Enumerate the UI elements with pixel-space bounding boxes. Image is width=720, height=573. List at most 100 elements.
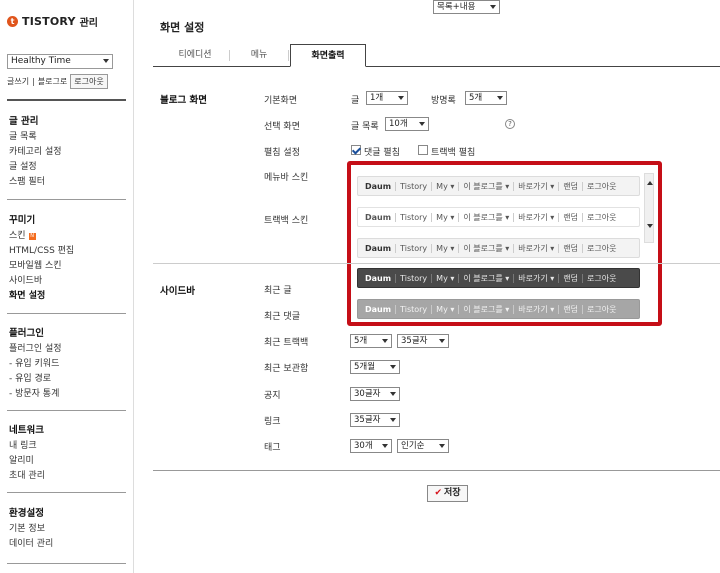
tag-count-select[interactable]: 30개 bbox=[350, 439, 392, 453]
skin-item-separator bbox=[431, 273, 433, 283]
skin-item-separator bbox=[395, 243, 397, 253]
comment-fold-label: 댓글 펼침 bbox=[364, 148, 400, 158]
menubar-skin-label: 메뉴바 스킨 bbox=[264, 173, 309, 183]
skin-item-separator bbox=[582, 181, 584, 191]
notice-length-select[interactable]: 30글자 bbox=[350, 387, 400, 401]
sidebar-item-html-css[interactable]: HTML/CSS 편집 bbox=[9, 244, 74, 259]
skin-scrollbar[interactable] bbox=[644, 173, 654, 243]
tab-screen-output[interactable]: 화면출력 bbox=[290, 44, 366, 67]
skin-menu-item: Tistory bbox=[400, 304, 428, 314]
sidebar-divider bbox=[7, 199, 126, 200]
recent-archive-select[interactable]: 5개월 bbox=[350, 360, 400, 374]
sidebar-item-invites[interactable]: 초대 관리 bbox=[9, 469, 45, 484]
sidebar: t TISTORY 관리 Healthy Time 글쓰기 | 블로그로 로그아… bbox=[0, 0, 134, 573]
skin-option-gray[interactable]: Daum Tistory My ▾ 이 블로그를 ▾ 바로가기 ▾ 랜덤 로그아웃 bbox=[357, 299, 640, 319]
chevron-down-icon bbox=[398, 96, 404, 100]
blog-select[interactable]: Healthy Time bbox=[7, 54, 113, 69]
skin-option-light-pattern[interactable]: Daum Tistory My ▾ 이 블로그를 ▾ 바로가기 ▾ 랜덤 로그아웃 bbox=[357, 238, 640, 258]
link-length-select[interactable]: 35글자 bbox=[350, 413, 400, 427]
skin-item-separator bbox=[582, 273, 584, 283]
help-icon[interactable]: ? bbox=[505, 119, 515, 129]
sidebar-item-data-management[interactable]: 데이터 관리 bbox=[9, 537, 53, 552]
sidebar-item-screen-settings[interactable]: 화면 설정 bbox=[9, 289, 74, 304]
post-list-count-select[interactable]: 10개 bbox=[385, 117, 429, 131]
select-value: 10개 bbox=[389, 119, 408, 129]
chevron-down-icon bbox=[103, 59, 109, 63]
skin-menu-item: Daum bbox=[365, 181, 392, 191]
menu-group-settings: 환경설정 기본 정보 데이터 관리 bbox=[9, 505, 53, 552]
sidebar-item-notifier[interactable]: 알리미 bbox=[9, 454, 45, 469]
tab-menu[interactable]: 메뉴 bbox=[230, 44, 288, 67]
chevron-down-icon bbox=[382, 444, 388, 448]
skin-item-separator bbox=[513, 304, 515, 314]
trackback-fold-label: 트랙백 펼침 bbox=[431, 148, 476, 158]
sidebar-item-skin[interactable]: 스킨 N bbox=[9, 229, 74, 244]
blog-link[interactable]: 블로그로 bbox=[38, 76, 67, 87]
guestbook-count-select[interactable]: 5개 bbox=[465, 91, 507, 105]
skin-option-light[interactable]: Daum Tistory My ▾ 이 블로그를 ▾ 바로가기 ▾ 랜덤 로그아웃 bbox=[357, 176, 640, 196]
skin-menu-item: 이 블로그를 ▾ bbox=[463, 181, 510, 191]
sidebar-item-keywords[interactable]: - 유입 키워드 bbox=[9, 357, 62, 372]
skin-option-white[interactable]: Daum Tistory My ▾ 이 블로그를 ▾ 바로가기 ▾ 랜덤 로그아웃 bbox=[357, 207, 640, 227]
comment-fold-checkbox[interactable] bbox=[351, 145, 361, 155]
tag-label: 태그 bbox=[264, 443, 281, 453]
skin-menu-item: Daum bbox=[365, 212, 392, 222]
recent-trackbacks-length-select[interactable]: 35글자 bbox=[397, 334, 449, 348]
trackback-fold-checkbox[interactable] bbox=[418, 145, 428, 155]
sidebar-item-post-list[interactable]: 글 목록 bbox=[9, 130, 62, 145]
menu-group-posts: 글 관리 글 목록 카테고리 설정 글 설정 스팸 필터 bbox=[9, 113, 62, 190]
sidebar-item-sidebar[interactable]: 사이드바 bbox=[9, 274, 74, 289]
sidebar-item-plugin-settings[interactable]: 플러그인 설정 bbox=[9, 342, 62, 357]
skin-item-separator bbox=[558, 273, 560, 283]
menubar-skin-picker[interactable]: Daum Tistory My ▾ 이 블로그를 ▾ 바로가기 ▾ 랜덤 로그아웃 Daum… bbox=[347, 161, 662, 326]
recent-trackbacks-count-select[interactable]: 5개 bbox=[350, 334, 392, 348]
scroll-up-icon[interactable] bbox=[647, 181, 653, 185]
skin-menu-item: 바로가기 ▾ bbox=[518, 212, 555, 222]
select-value: 5개 bbox=[469, 93, 483, 103]
tistory-logo-icon: t bbox=[7, 16, 18, 27]
skin-item-separator bbox=[431, 243, 433, 253]
chevron-down-icon bbox=[439, 444, 445, 448]
sidebar-item-basic-info[interactable]: 기본 정보 bbox=[9, 522, 53, 537]
tistory-logo[interactable]: t TISTORY 관리 bbox=[7, 14, 98, 29]
section-divider bbox=[153, 470, 720, 471]
tabs-underline bbox=[153, 66, 720, 67]
skin-menu-item: 랜덤 bbox=[563, 243, 579, 253]
scroll-down-icon[interactable] bbox=[647, 224, 653, 228]
notice-label: 공지 bbox=[264, 391, 281, 401]
sidebar-item-referrers[interactable]: - 유입 경로 bbox=[9, 372, 62, 387]
chevron-down-icon bbox=[497, 96, 503, 100]
sidebar-divider bbox=[7, 492, 126, 493]
skin-item-separator bbox=[395, 304, 397, 314]
skin-item-separator bbox=[513, 243, 515, 253]
sidebar-item-spam-filter[interactable]: 스팸 필터 bbox=[9, 175, 62, 190]
logout-button[interactable]: 로그아웃 bbox=[70, 74, 108, 89]
skin-option-dark[interactable]: Daum Tistory My ▾ 이 블로그를 ▾ 바로가기 ▾ 랜덤 로그아웃 bbox=[357, 268, 640, 288]
sidebar-item-mobile-skin[interactable]: 모바일웹 스킨 bbox=[9, 259, 74, 274]
sidebar-item-visitor-stats[interactable]: - 방문자 통계 bbox=[9, 387, 62, 402]
sidebar-item-my-links[interactable]: 내 링크 bbox=[9, 439, 45, 454]
post-list-mode-select[interactable]: 목록+내용 bbox=[433, 0, 500, 14]
sidebar-item-post-settings[interactable]: 글 설정 bbox=[9, 160, 62, 175]
tab-t-edition[interactable]: 티에디션 bbox=[160, 44, 230, 67]
write-link[interactable]: 글쓰기 bbox=[7, 76, 29, 87]
tag-sort-select[interactable]: 인기순 bbox=[397, 439, 449, 453]
chevron-down-icon bbox=[439, 339, 445, 343]
skin-item-separator bbox=[395, 212, 397, 222]
select-value: 5개 bbox=[354, 336, 368, 346]
skin-menu-item: My ▾ bbox=[436, 181, 455, 191]
skin-item-separator bbox=[458, 273, 460, 283]
save-button-label: 저장 bbox=[443, 488, 461, 498]
skin-menu-item: 로그아웃 bbox=[587, 212, 617, 222]
sidebar-item-category[interactable]: 카테고리 설정 bbox=[9, 145, 62, 160]
posts-count-select[interactable]: 1개 bbox=[366, 91, 408, 105]
skin-item-separator bbox=[458, 304, 460, 314]
chevron-down-icon bbox=[390, 392, 396, 396]
save-button[interactable]: ✔ 저장 bbox=[427, 485, 468, 502]
sidebar-divider bbox=[7, 99, 126, 101]
select-value: 목록+내용 bbox=[437, 2, 476, 12]
menu-head: 네트워크 bbox=[9, 425, 44, 436]
skin-item-separator bbox=[431, 181, 433, 191]
skin-item-separator bbox=[582, 304, 584, 314]
skin-menu-item: My ▾ bbox=[436, 273, 455, 283]
